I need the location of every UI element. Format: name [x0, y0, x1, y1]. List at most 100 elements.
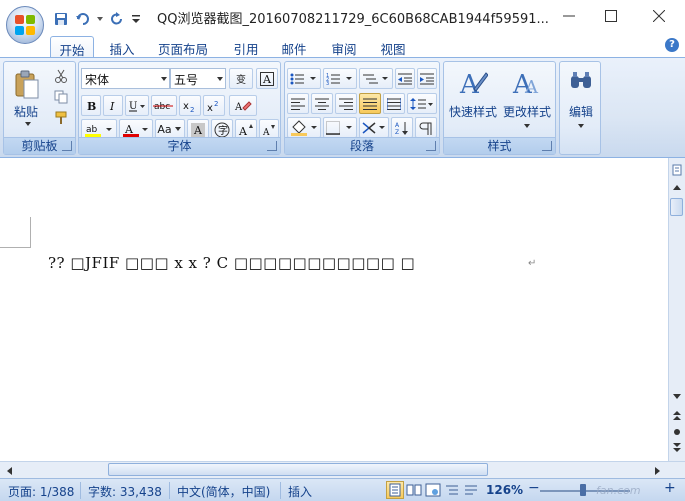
align-left-button[interactable] [287, 93, 309, 114]
decrease-indent-button[interactable] [395, 68, 415, 89]
close-button[interactable] [636, 0, 682, 32]
language-indicator[interactable]: 中文(简体，中国) [177, 483, 270, 500]
borders-button[interactable] [323, 117, 357, 138]
font-size-combo[interactable]: 五号 [170, 68, 226, 89]
superscript-button[interactable]: x2 [203, 95, 225, 116]
repeat-button[interactable] [108, 10, 126, 28]
tab-review[interactable]: 审阅 [322, 36, 366, 58]
multilevel-list-button[interactable] [359, 68, 393, 89]
numbering-button[interactable]: 123 [323, 68, 357, 89]
clipboard-launcher[interactable] [62, 141, 72, 151]
quick-styles-button[interactable]: A 快速样式 [446, 66, 500, 134]
scroll-up-button[interactable] [669, 180, 684, 195]
increase-indent-icon [420, 73, 434, 84]
status-separator [280, 482, 281, 499]
paste-button[interactable]: 粘贴 [12, 68, 42, 126]
vertical-scroll-thumb[interactable] [670, 198, 683, 216]
italic-icon: I [109, 100, 115, 112]
zoom-in-button[interactable]: + [664, 480, 676, 496]
scroll-left-button[interactable] [2, 463, 17, 478]
undo-icon [76, 13, 89, 25]
underline-button[interactable]: U [125, 95, 149, 116]
styles-launcher[interactable] [542, 141, 552, 151]
paragraph-launcher[interactable] [426, 141, 436, 151]
full-screen-reading-button[interactable] [405, 481, 423, 499]
justify-button[interactable] [359, 93, 381, 114]
ruler-toggle-button[interactable] [669, 162, 684, 177]
outline-view-button[interactable] [443, 481, 461, 499]
tab-mailings[interactable]: 邮件 [272, 36, 316, 58]
chevron-down-icon [161, 77, 167, 81]
paint-bucket-icon [291, 119, 317, 136]
character-shading-icon: A [191, 122, 205, 137]
save-button[interactable] [52, 10, 70, 28]
bullets-icon [290, 73, 316, 84]
document-text[interactable]: ?? □JFIF □□□ x x ? C □□□□□□□□□□□ □ [48, 254, 415, 272]
save-icon [55, 13, 67, 25]
multilevel-list-icon [363, 74, 388, 83]
web-layout-button[interactable] [424, 481, 442, 499]
document-area[interactable] [0, 158, 668, 461]
zoom-level[interactable]: 126% [486, 483, 523, 497]
align-center-button[interactable] [311, 93, 333, 114]
shading-button[interactable] [287, 117, 321, 138]
previous-page-button[interactable] [669, 408, 684, 423]
chinese-layout-button[interactable] [359, 117, 389, 138]
select-browse-object-button[interactable] [669, 424, 684, 439]
print-layout-button[interactable] [386, 481, 404, 499]
page-count[interactable]: 页面: 1/388 [8, 483, 74, 500]
format-painter-button[interactable] [54, 111, 70, 127]
justify-icon [363, 98, 377, 110]
distributed-button[interactable] [383, 93, 405, 114]
help-icon[interactable]: ? [665, 38, 679, 52]
scroll-down-button[interactable] [669, 389, 684, 404]
tab-references[interactable]: 引用 [224, 36, 268, 58]
clear-formatting-button[interactable]: A [229, 95, 257, 116]
chevron-down-icon [524, 124, 530, 128]
next-page-button[interactable] [669, 440, 684, 455]
tab-view[interactable]: 视图 [371, 36, 415, 58]
font-name-combo[interactable]: 宋体 [81, 68, 170, 89]
subscript-button[interactable]: x2 [179, 95, 201, 116]
bold-button[interactable]: B [81, 95, 101, 116]
character-border-button[interactable]: A [256, 68, 278, 89]
insert-mode-indicator[interactable]: 插入 [288, 483, 312, 500]
sort-button[interactable]: AZ [391, 117, 413, 138]
scroll-right-button[interactable] [650, 463, 665, 478]
italic-button[interactable]: I [103, 95, 123, 116]
svg-text:2: 2 [190, 106, 194, 112]
superscript-icon: x2 [207, 100, 218, 112]
tab-page-layout[interactable]: 页面布局 [150, 36, 216, 58]
office-button[interactable] [6, 6, 44, 44]
increase-indent-button[interactable] [417, 68, 437, 89]
find-button[interactable]: 编辑 [562, 66, 600, 134]
strikethrough-button[interactable]: abc [151, 95, 177, 116]
phonetic-guide-button[interactable]: 变 [229, 68, 253, 89]
maximize-button[interactable] [588, 0, 634, 32]
word-count[interactable]: 字数: 33,438 [88, 483, 162, 500]
copy-button[interactable] [54, 90, 70, 106]
show-hide-marks-button[interactable] [415, 117, 437, 138]
zoom-out-button[interactable]: − [528, 480, 540, 496]
undo-dropdown[interactable] [96, 10, 104, 28]
customize-qat-button[interactable] [130, 10, 142, 28]
reading-layout-icon [406, 484, 422, 496]
undo-button[interactable] [74, 10, 92, 28]
tab-home[interactable]: 开始 [50, 36, 94, 58]
horizontal-scroll-thumb[interactable] [108, 463, 488, 476]
tab-insert[interactable]: 插入 [100, 36, 144, 58]
subscript-icon: x2 [183, 101, 194, 112]
line-spacing-button[interactable] [407, 93, 437, 114]
align-right-button[interactable] [335, 93, 357, 114]
chevron-down-icon [217, 77, 223, 81]
minimize-button[interactable] [546, 0, 592, 32]
align-center-icon [315, 98, 329, 110]
bullets-button[interactable] [287, 68, 321, 89]
change-styles-button[interactable]: A A 更改样式 [500, 66, 554, 134]
svg-text:2: 2 [214, 100, 218, 108]
chevron-down-icon [672, 394, 681, 399]
cut-button[interactable] [54, 69, 70, 85]
draft-view-button[interactable] [462, 481, 480, 499]
zoom-slider-knob[interactable] [580, 484, 586, 496]
font-launcher[interactable] [267, 141, 277, 151]
